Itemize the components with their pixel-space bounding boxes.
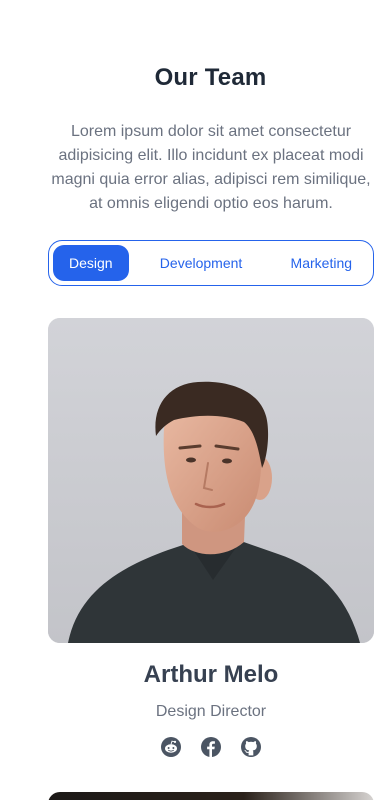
member-photo — [48, 318, 374, 643]
team-section: Our Team Lorem ipsum dolor sit amet cons… — [0, 0, 375, 800]
github-icon[interactable] — [241, 737, 261, 757]
facebook-icon[interactable] — [201, 737, 221, 757]
next-member-photo — [48, 792, 374, 800]
section-description: Lorem ipsum dolor sit amet consectetur a… — [51, 123, 371, 212]
member-social-links — [48, 737, 374, 759]
tab-marketing[interactable]: Marketing — [274, 245, 369, 281]
reddit-icon[interactable] — [161, 737, 181, 757]
tab-development[interactable]: Development — [129, 245, 274, 281]
team-tabs: Design Development Marketing — [48, 240, 374, 286]
section-title: Our Team — [154, 64, 267, 91]
member-role: Design Director — [155, 703, 267, 720]
portrait-illustration — [48, 318, 374, 643]
member-name: Arthur Melo — [143, 661, 279, 688]
tab-design[interactable]: Design — [53, 245, 129, 281]
